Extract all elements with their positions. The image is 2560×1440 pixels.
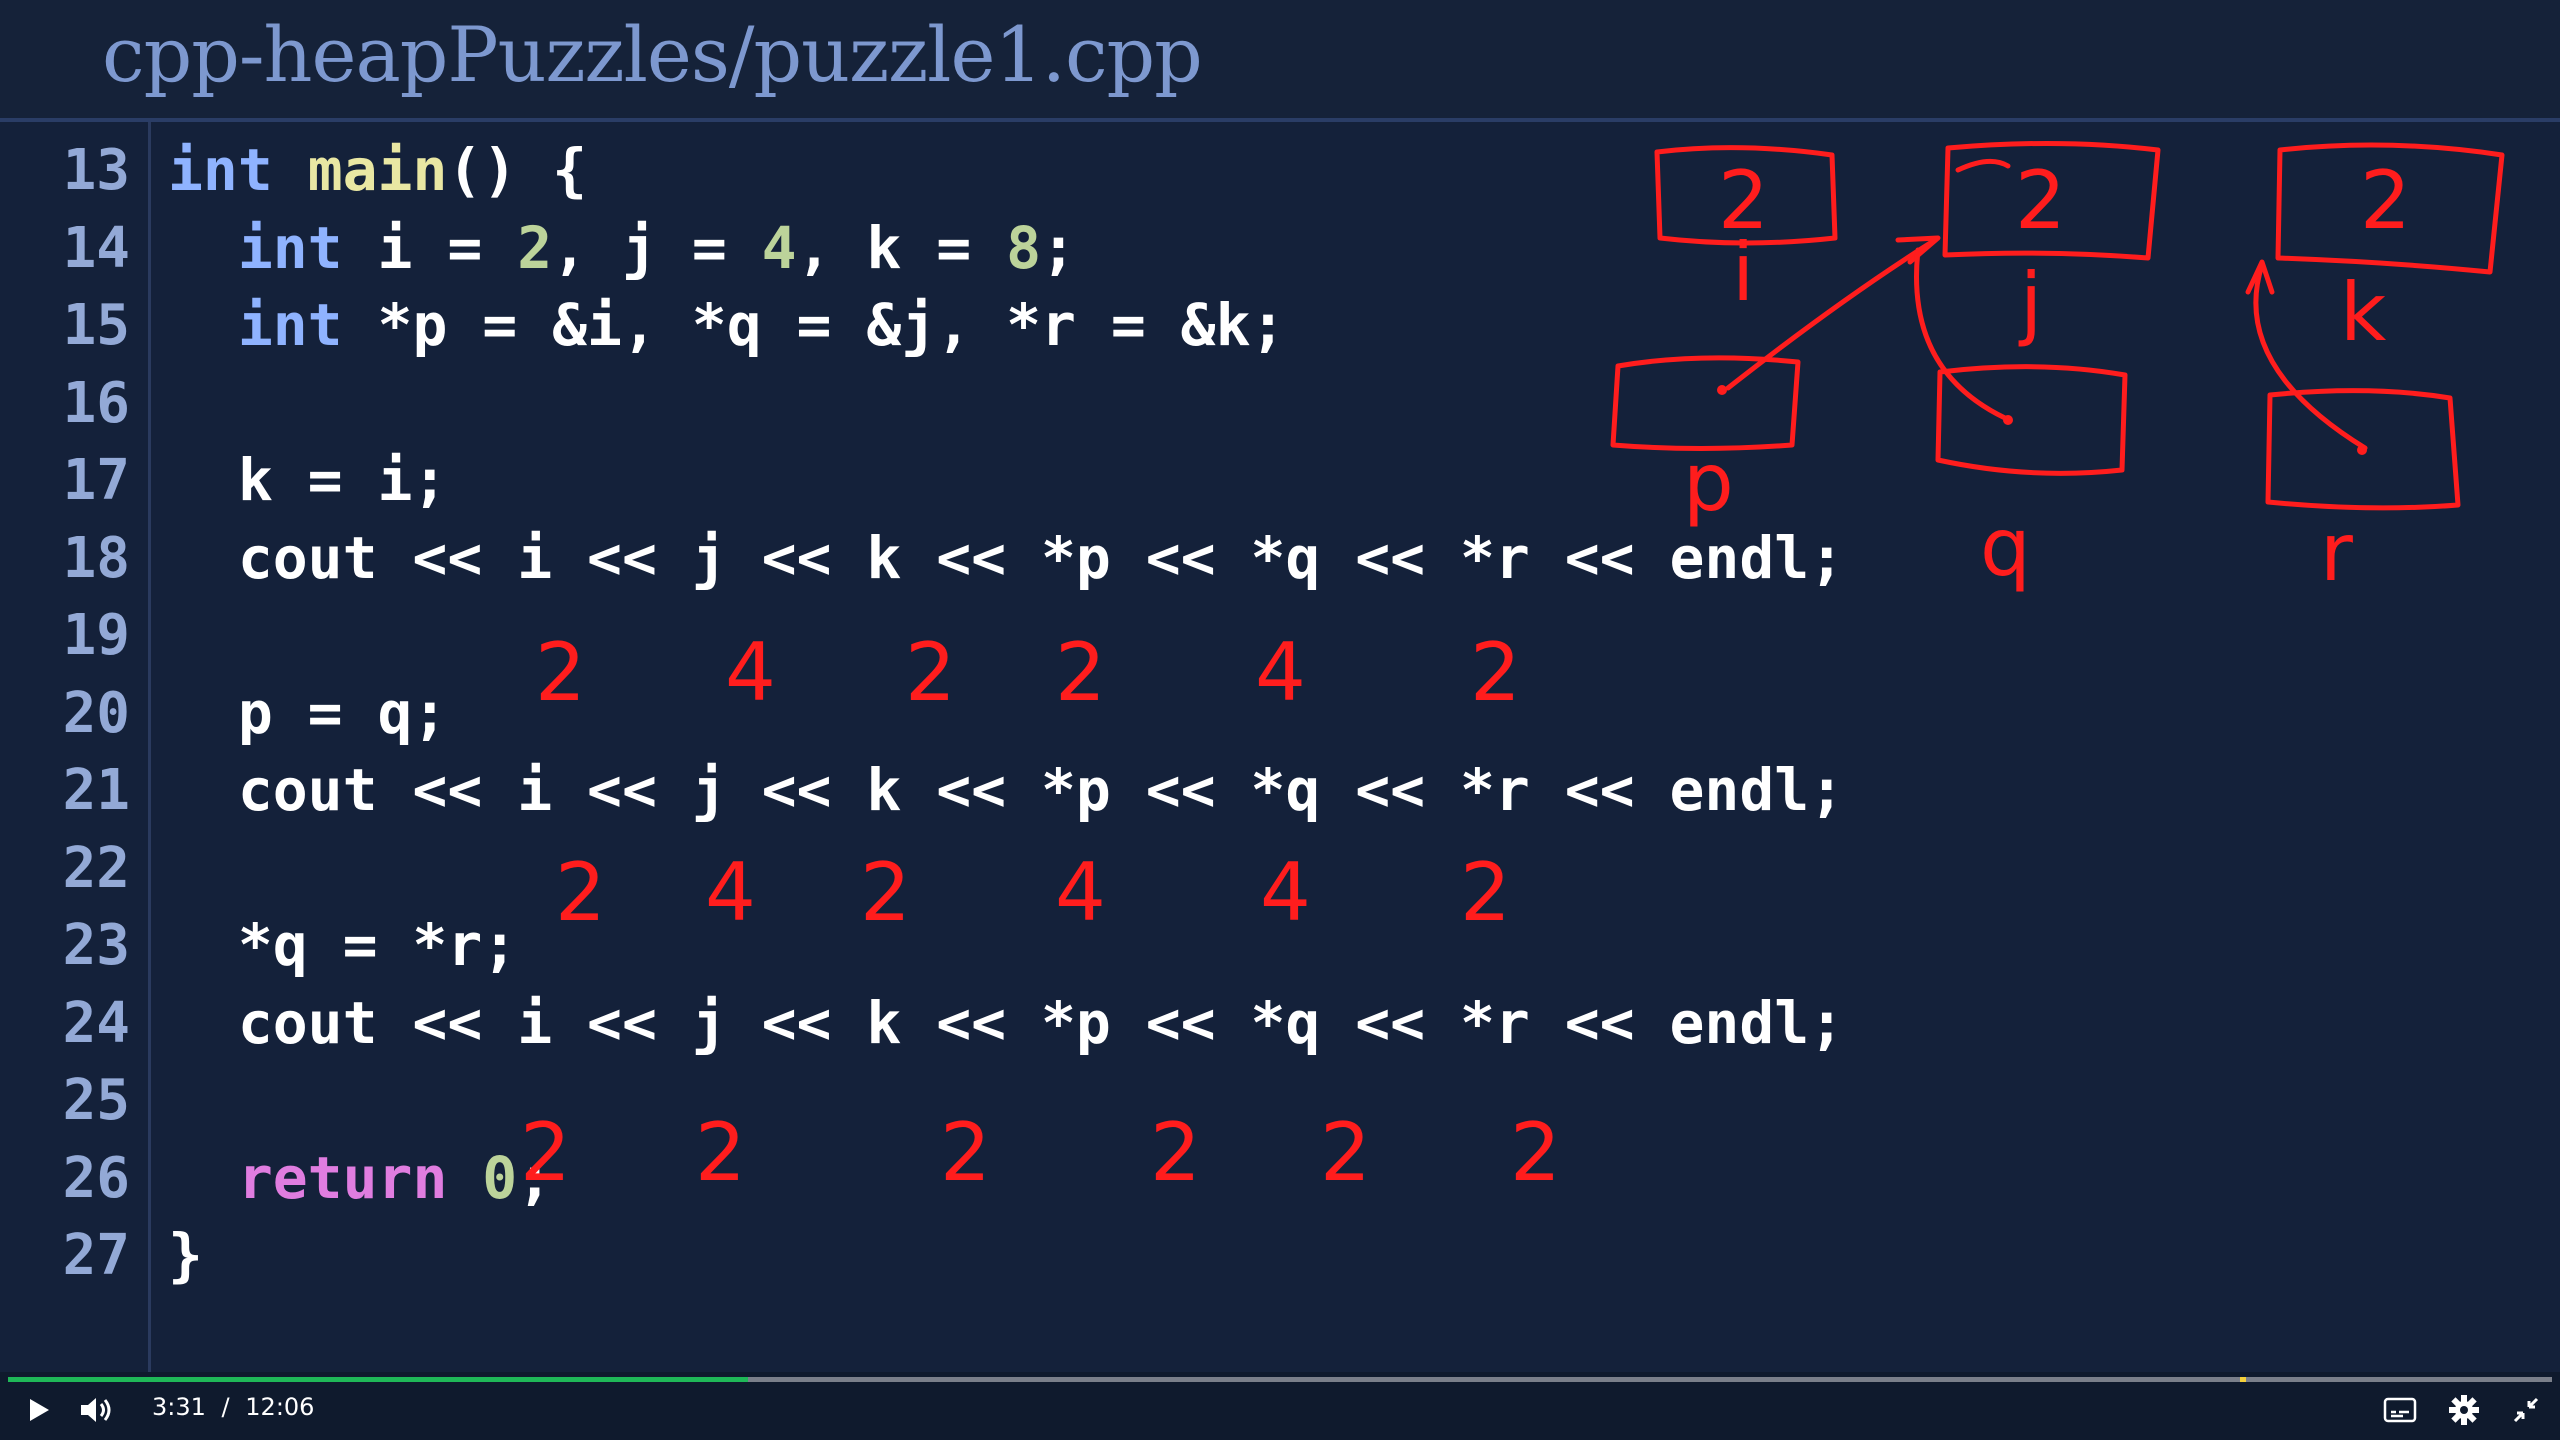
code-token: main bbox=[307, 136, 448, 204]
play-icon bbox=[30, 1399, 49, 1421]
settings-gear-icon bbox=[2449, 1395, 2479, 1425]
code-token: int bbox=[237, 213, 343, 282]
volume-icon bbox=[81, 1398, 111, 1422]
line-number: 24 bbox=[62, 990, 130, 1056]
code-line: 19 bbox=[0, 597, 2000, 674]
line-number: 18 bbox=[62, 525, 130, 591]
code-token: *q = *r; bbox=[168, 911, 518, 979]
code-line: 22 bbox=[0, 830, 2000, 907]
code-token: int bbox=[237, 291, 343, 359]
code-line: 26 return 0; bbox=[0, 1140, 2000, 1217]
code-token: *p = &i, *q = &j, *r = &k; bbox=[342, 291, 1286, 359]
code-line: 23 *q = *r; bbox=[0, 907, 2000, 984]
settings-button[interactable] bbox=[2444, 1390, 2484, 1430]
code-line: 24 cout << i << j << k << *p << *q << *r… bbox=[0, 985, 2000, 1062]
code-token: 0 bbox=[482, 1143, 518, 1212]
exit-fullscreen-icon bbox=[2513, 1397, 2539, 1423]
captions-icon bbox=[2383, 1397, 2417, 1423]
code-token: 4 bbox=[761, 213, 797, 282]
time-display: 3:31 / 12:06 bbox=[152, 1393, 314, 1421]
line-number: 17 bbox=[62, 448, 130, 513]
code-text: *q = *r; bbox=[168, 907, 517, 984]
file-title: cpp-heapPuzzles/puzzle1.cpp bbox=[102, 10, 1203, 99]
code-token: cout << i << j << k << *p << *q << *r <<… bbox=[168, 523, 1845, 592]
line-number: 16 bbox=[62, 370, 130, 436]
code-text: p = q; bbox=[168, 675, 448, 752]
line-number: 23 bbox=[62, 913, 130, 978]
exit-fullscreen-button[interactable] bbox=[2506, 1390, 2546, 1430]
code-token: () { bbox=[447, 136, 588, 204]
code-token: cout << i << j << k << *p << *q << *r <<… bbox=[168, 756, 1845, 824]
code-text: cout << i << j << k << *p << *q << *r <<… bbox=[168, 752, 1844, 829]
line-number: 21 bbox=[62, 758, 130, 823]
line-number: 13 bbox=[62, 138, 130, 203]
code-text: return 0; bbox=[168, 1140, 552, 1217]
code-text: k = i; bbox=[168, 442, 448, 519]
line-number: 27 bbox=[62, 1223, 130, 1288]
line-number: 25 bbox=[62, 1068, 130, 1133]
line-number: 19 bbox=[62, 603, 130, 668]
code-text: } bbox=[168, 1217, 203, 1294]
code-token: } bbox=[168, 1221, 203, 1289]
progress-marker bbox=[2240, 1377, 2246, 1382]
code-line: 13 int main() { bbox=[0, 132, 2000, 209]
code-token: return bbox=[237, 1143, 448, 1212]
video-controls bbox=[0, 1372, 2560, 1440]
code-token: , j = bbox=[552, 213, 762, 282]
code-text: int i = 2, j = 4, k = 8; bbox=[168, 210, 1076, 287]
code-text: cout << i << j << k << *p << *q << *r <<… bbox=[168, 985, 1844, 1062]
code-token: 2 bbox=[517, 213, 553, 282]
line-number: 22 bbox=[62, 835, 130, 901]
code-line: 20 p = q; bbox=[0, 675, 2000, 752]
play-button[interactable] bbox=[18, 1390, 58, 1430]
code-token: , k = bbox=[796, 213, 1007, 282]
captions-button[interactable] bbox=[2380, 1390, 2420, 1430]
code-line: 27} bbox=[0, 1217, 2000, 1294]
line-number: 15 bbox=[62, 293, 130, 358]
code-line: 17 k = i; bbox=[0, 442, 2000, 519]
current-time: 3:31 bbox=[152, 1393, 206, 1421]
code-line: 14 int i = 2, j = 4, k = 8; bbox=[0, 210, 2000, 287]
code-editor: 13 int main() {14 int i = 2, j = 4, k = 8… bbox=[0, 122, 2560, 1377]
code-token: cout << i << j << k << *p << *q << *r <<… bbox=[168, 988, 1845, 1057]
line-number: 26 bbox=[62, 1145, 130, 1211]
code-token: int bbox=[168, 136, 273, 204]
code-token: ; bbox=[1041, 213, 1076, 282]
code-text: cout << i << j << k << *p << *q << *r <<… bbox=[168, 520, 1844, 597]
duration: 12:06 bbox=[245, 1393, 315, 1421]
code-token: ; bbox=[517, 1143, 553, 1212]
code-line: 18 cout << i << j << k << *p << *q << *r… bbox=[0, 520, 2000, 597]
code-token: i = bbox=[342, 213, 518, 282]
line-number: 14 bbox=[62, 215, 130, 281]
code-line: 25 bbox=[0, 1062, 2000, 1139]
code-token: p = q; bbox=[168, 678, 448, 747]
code-text: int main() { bbox=[168, 132, 587, 209]
volume-button[interactable] bbox=[76, 1390, 116, 1430]
title-bar: cpp-heapPuzzles/puzzle1.cpp bbox=[0, 0, 2560, 122]
code-token: 8 bbox=[1006, 213, 1042, 282]
time-separator: / bbox=[221, 1393, 230, 1421]
code-text: int *p = &i, *q = &j, *r = &k; bbox=[168, 287, 1286, 364]
line-number: 20 bbox=[62, 680, 130, 746]
code-line: 21 cout << i << j << k << *p << *q << *r… bbox=[0, 752, 2000, 829]
code-line: 15 int *p = &i, *q = &j, *r = &k; bbox=[0, 287, 2000, 364]
code-token: k = i; bbox=[168, 446, 448, 514]
code-line: 16 bbox=[0, 365, 2000, 442]
progress-played bbox=[8, 1377, 749, 1382]
